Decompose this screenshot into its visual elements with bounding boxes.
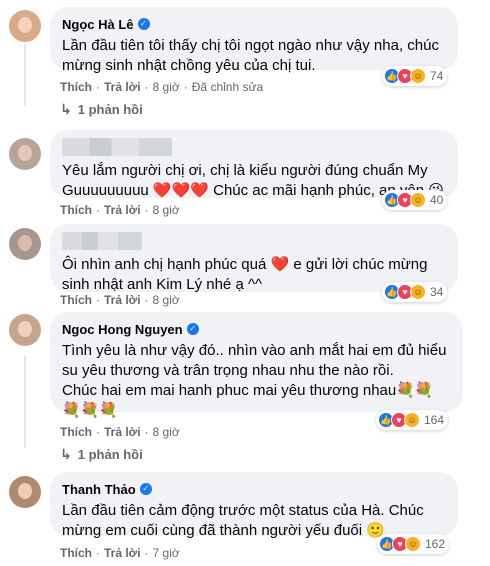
reply-arrow-icon: ↳	[60, 446, 72, 462]
timestamp[interactable]: 8 giờ	[153, 80, 180, 94]
comment-text: Tình yêu là như vậy đó.. nhìn vào anh mắ…	[62, 342, 447, 419]
like-button[interactable]: Thích	[60, 546, 92, 560]
avatar[interactable]	[9, 476, 41, 508]
reaction-count: 162	[425, 537, 446, 551]
like-button[interactable]: Thích	[60, 203, 92, 217]
replies-count: 1 phản hồi	[77, 102, 143, 117]
verified-badge-icon: ✓	[137, 18, 150, 30]
reaction-summary[interactable]: 👍 ♥ ☺ 74	[382, 66, 448, 86]
comment-bubble: Yêu lắm người chị ơi, chị là kiểu người …	[50, 130, 458, 199]
timestamp[interactable]: 8 giờ	[153, 293, 180, 307]
comment-actions: Thích · Trả lời · 7 giờ	[60, 546, 180, 560]
like-button[interactable]: Thích	[60, 425, 92, 439]
comment-bubble: Ngoc Hong Nguyen ✓ Tình yêu là như vậy đ…	[50, 312, 463, 419]
replies-count: 1 phản hồi	[77, 447, 143, 462]
reaction-summary[interactable]: 👍 ♥ ☺ 40	[382, 190, 448, 210]
comment-bubble: Thanh Thảo ✓ Lần đầu tiên cảm động trước…	[50, 472, 458, 539]
avatar[interactable]	[9, 314, 41, 346]
reaction-count: 40	[430, 193, 444, 207]
reply-button[interactable]: Trả lời	[104, 546, 141, 560]
thread-line	[24, 44, 26, 106]
like-button[interactable]: Thích	[60, 80, 92, 94]
verified-badge-icon: ✓	[139, 483, 152, 495]
thread-line	[24, 356, 26, 448]
view-replies-link[interactable]: ↳ 1 phản hồi	[60, 446, 143, 463]
like-button[interactable]: Thích	[60, 293, 92, 307]
comment-actions: Thích · Trả lời · 8 giờ · Đã chỉnh sửa	[60, 80, 264, 94]
care-icon: ☺	[410, 284, 426, 300]
comment-actions: Thích · Trả lời · 8 giờ	[60, 425, 180, 439]
comment-actions: Thích · Trả lời · 8 giờ	[60, 203, 180, 217]
view-replies-link[interactable]: ↳ 1 phản hồi	[60, 101, 143, 118]
reply-button[interactable]: Trả lời	[104, 203, 141, 217]
timestamp[interactable]: 8 giờ	[153, 203, 180, 217]
timestamp[interactable]: 8 giờ	[153, 425, 180, 439]
reply-arrow-icon: ↳	[60, 101, 72, 117]
edited-label: Đã chỉnh sửa	[191, 80, 264, 94]
care-icon: ☺	[410, 68, 426, 84]
reaction-summary[interactable]: 👍 ♥ ☺ 162	[377, 534, 450, 554]
reaction-count: 34	[430, 285, 444, 299]
commenter-name[interactable]: Ngọc Hà Lê	[62, 17, 134, 32]
comment-bubble: Ngọc Hà Lê ✓ Lần đầu tiên tôi thấy chị t…	[50, 7, 458, 74]
avatar[interactable]	[9, 10, 41, 42]
timestamp[interactable]: 7 giờ	[153, 546, 180, 560]
reaction-summary[interactable]: 👍 ♥ ☺ 34	[382, 282, 448, 302]
reply-button[interactable]: Trả lời	[104, 293, 141, 307]
commenter-name[interactable]: Ngoc Hong Nguyen	[62, 322, 183, 337]
reaction-count: 164	[424, 413, 445, 427]
care-icon: ☺	[405, 536, 421, 552]
reaction-summary[interactable]: 👍 ♥ ☺ 164	[376, 410, 449, 430]
reaction-count: 74	[430, 69, 444, 83]
reply-button[interactable]: Trả lời	[104, 80, 141, 94]
comment-actions: Thích · Trả lời · 8 giờ	[60, 293, 180, 307]
commenter-name-redacted	[62, 138, 172, 156]
reply-button[interactable]: Trả lời	[104, 425, 141, 439]
care-icon: ☺	[410, 192, 426, 208]
commenter-name-redacted	[62, 232, 142, 250]
avatar[interactable]	[9, 138, 41, 170]
verified-badge-icon: ✓	[186, 323, 199, 335]
avatar[interactable]	[9, 228, 41, 260]
commenter-name[interactable]: Thanh Thảo	[62, 482, 136, 497]
care-icon: ☺	[404, 412, 420, 428]
